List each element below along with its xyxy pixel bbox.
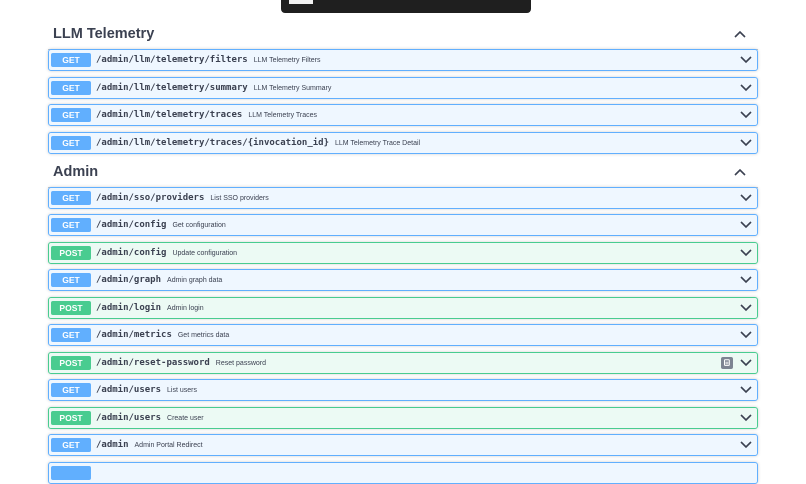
chevron-down-icon[interactable] <box>739 136 753 150</box>
operation-path: /admin/llm/telemetry/filters <box>96 55 248 65</box>
operation-path: /admin <box>96 440 129 450</box>
operation-summary: LLM Telemetry Trace Detail <box>335 139 421 147</box>
toast-thumbnail <box>289 0 313 4</box>
operation-summary: Admin Portal Redirect <box>134 441 203 449</box>
notification-toast <box>281 0 531 13</box>
chevron-down-icon[interactable] <box>739 356 753 370</box>
method-badge: POST <box>51 411 91 425</box>
section-header-admin[interactable]: Admin <box>48 157 758 188</box>
operation-row[interactable]: GET /admin Admin Portal Redirect <box>48 434 758 456</box>
operation-summary: Get configuration <box>172 221 226 229</box>
method-badge: GET <box>51 53 91 67</box>
chevron-down-icon[interactable] <box>739 191 753 205</box>
chevron-down-icon[interactable] <box>739 108 753 122</box>
operation-summary: Reset password <box>215 359 266 367</box>
copy-icon[interactable] <box>721 357 733 369</box>
operation-path: /admin/metrics <box>96 330 172 340</box>
operation-path: /admin/config <box>96 220 167 230</box>
operation-path: /admin/llm/telemetry/summary <box>96 83 248 93</box>
operation-summary: List users <box>167 386 197 394</box>
operation-row[interactable]: GET /admin/config Get configuration <box>48 214 758 236</box>
operation-summary: LLM Telemetry Filters <box>253 56 321 64</box>
operation-summary: Create user <box>167 414 204 422</box>
method-badge: GET <box>51 81 91 95</box>
chevron-down-icon[interactable] <box>739 218 753 232</box>
method-badge: GET <box>51 191 91 205</box>
section-header-llm-telemetry[interactable]: LLM Telemetry <box>48 19 758 50</box>
chevron-down-icon[interactable] <box>739 438 753 452</box>
operation-row[interactable] <box>48 462 758 484</box>
method-badge: GET <box>51 136 91 150</box>
method-badge: GET <box>51 438 91 452</box>
method-badge: GET <box>51 218 91 232</box>
operation-row[interactable]: GET /admin/llm/telemetry/summary LLM Tel… <box>48 77 758 99</box>
operation-path: /admin/sso/providers <box>96 193 205 203</box>
chevron-down-icon[interactable] <box>739 328 753 342</box>
operation-row[interactable]: POST /admin/config Update configuration <box>48 242 758 264</box>
operation-row[interactable]: POST /admin/reset-password Reset passwor… <box>48 352 758 374</box>
operation-path: /admin/config <box>96 248 167 258</box>
method-badge: GET <box>51 383 91 397</box>
operation-summary: LLM Telemetry Summary <box>253 84 332 92</box>
operation-row[interactable]: GET /admin/users List users <box>48 379 758 401</box>
method-badge: GET <box>51 328 91 342</box>
method-badge: POST <box>51 356 91 370</box>
section-title: LLM Telemetry <box>53 26 155 42</box>
operation-summary: List SSO providers <box>210 194 269 202</box>
operation-path: /admin/users <box>96 413 162 423</box>
operation-row[interactable]: GET /admin/llm/telemetry/traces/{invocat… <box>48 132 758 154</box>
chevron-down-icon[interactable] <box>739 246 753 260</box>
section-title: Admin <box>53 164 99 180</box>
operation-summary: LLM Telemetry Traces <box>248 111 318 119</box>
operation-row[interactable]: GET /admin/llm/telemetry/traces LLM Tele… <box>48 104 758 126</box>
operation-path: /admin/llm/telemetry/traces <box>96 110 243 120</box>
operation-row[interactable]: GET /admin/graph Admin graph data <box>48 269 758 291</box>
method-badge: GET <box>51 108 91 122</box>
operation-path: /admin/reset-password <box>96 358 210 368</box>
chevron-down-icon[interactable] <box>739 81 753 95</box>
chevron-down-icon[interactable] <box>739 273 753 287</box>
method-badge: POST <box>51 301 91 315</box>
operation-summary: Update configuration <box>172 249 238 257</box>
operation-row[interactable]: GET /admin/llm/telemetry/filters LLM Tel… <box>48 49 758 71</box>
operation-row[interactable]: POST /admin/login Admin login <box>48 297 758 319</box>
operation-path: /admin/graph <box>96 275 162 285</box>
method-badge: GET <box>51 273 91 287</box>
chevron-up-icon[interactable] <box>730 24 750 44</box>
method-badge <box>51 466 91 480</box>
operation-row[interactable]: GET /admin/metrics Get metrics data <box>48 324 758 346</box>
operation-summary: Admin login <box>167 304 204 312</box>
chevron-down-icon[interactable] <box>739 301 753 315</box>
operation-summary: Get metrics data <box>177 331 230 339</box>
operation-summary: Admin graph data <box>167 276 223 284</box>
chevron-down-icon[interactable] <box>739 411 753 425</box>
operation-row[interactable]: GET /admin/sso/providers List SSO provid… <box>48 187 758 209</box>
chevron-down-icon[interactable] <box>739 383 753 397</box>
operation-path: /admin/login <box>96 303 162 313</box>
chevron-up-icon[interactable] <box>730 162 750 182</box>
operation-path: /admin/llm/telemetry/traces/{invocation_… <box>96 138 329 148</box>
operation-path: /admin/users <box>96 385 162 395</box>
operation-row[interactable]: POST /admin/users Create user <box>48 407 758 429</box>
method-badge: POST <box>51 246 91 260</box>
chevron-down-icon[interactable] <box>739 53 753 67</box>
